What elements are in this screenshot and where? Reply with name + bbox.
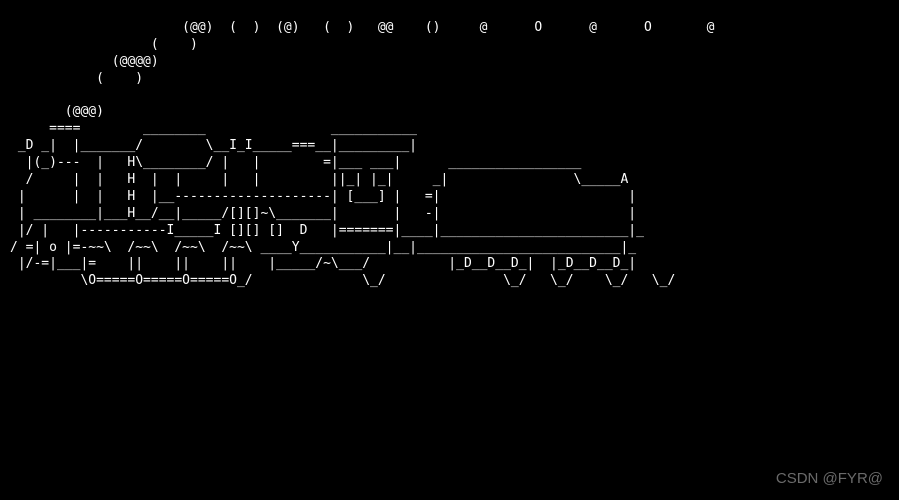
- terminal-output: (@@) ( ) (@) ( ) @@ () @ O @ O @ ( ) (@@…: [0, 0, 899, 310]
- watermark-text: CSDN @FYR@: [776, 469, 883, 489]
